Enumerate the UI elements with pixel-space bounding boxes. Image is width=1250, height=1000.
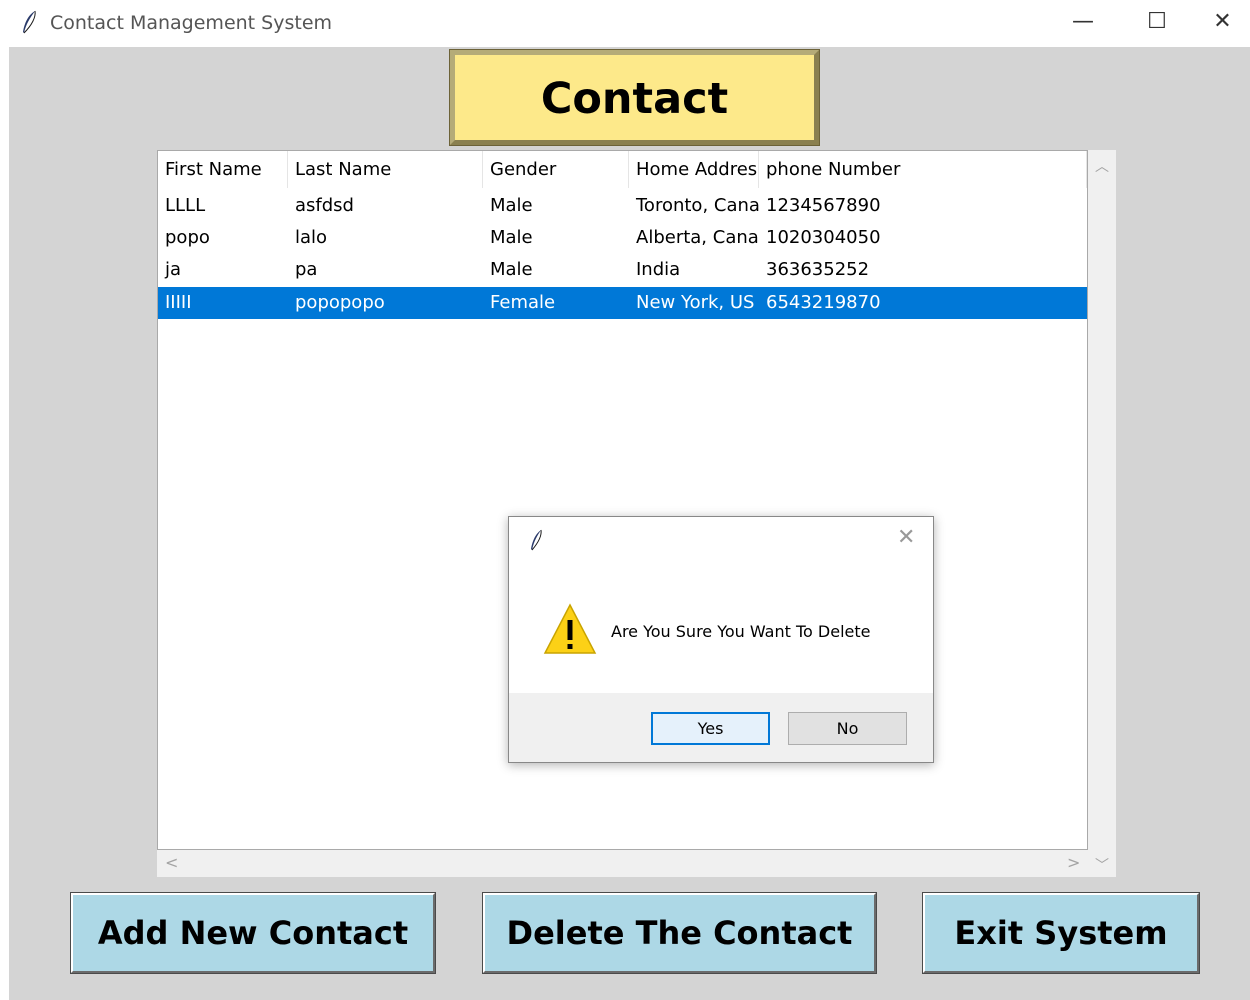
column-header-first-name[interactable]: First Name bbox=[158, 151, 288, 188]
cell-home-address: New York, US bbox=[636, 292, 755, 313]
cell-first-name: ja bbox=[165, 259, 182, 280]
feather-icon bbox=[531, 529, 542, 551]
table-header: First Name Last Name Gender Home Addres … bbox=[158, 151, 1087, 188]
delete-contact-button[interactable]: Delete The Contact bbox=[482, 892, 877, 974]
cell-first-name: IIIII bbox=[165, 292, 192, 313]
cell-phone-number: 363635252 bbox=[766, 259, 870, 280]
cell-gender: Male bbox=[490, 259, 533, 280]
scroll-up-icon[interactable]: ︿ bbox=[1095, 156, 1109, 176]
feather-icon bbox=[23, 10, 36, 34]
page-title: Contact System bbox=[540, 74, 729, 212]
cell-last-name: asfdsd bbox=[295, 195, 354, 216]
cell-first-name: popo bbox=[165, 227, 210, 248]
warning-icon bbox=[543, 603, 597, 654]
add-contact-button[interactable]: Add New Contact bbox=[70, 892, 436, 974]
cell-home-address: Alberta, Cana bbox=[636, 227, 759, 248]
heading-box: Contact System bbox=[449, 49, 820, 212]
scroll-right-icon[interactable]: > bbox=[1067, 853, 1080, 872]
cell-last-name: popopopo bbox=[295, 292, 385, 313]
exit-system-button[interactable]: Exit System bbox=[922, 892, 1200, 974]
dialog-footer: Yes No bbox=[509, 693, 933, 762]
no-button[interactable]: No bbox=[788, 712, 907, 745]
scroll-down-icon[interactable]: ﹀ bbox=[1095, 855, 1109, 875]
cell-last-name: pa bbox=[295, 259, 318, 280]
minimize-button[interactable]: — bbox=[1047, 0, 1119, 46]
maximize-button[interactable]: ☐ bbox=[1121, 0, 1193, 46]
horizontal-scrollbar[interactable]: < > bbox=[157, 850, 1088, 877]
table-row-selected[interactable]: IIIII popopopo Female New York, US 65432… bbox=[158, 287, 1087, 319]
yes-button[interactable]: Yes bbox=[651, 712, 770, 745]
dialog-close-icon[interactable]: ✕ bbox=[897, 525, 915, 550]
cell-phone-number: 1234567890 bbox=[766, 195, 881, 216]
vertical-scrollbar[interactable]: ︿ ﹀ bbox=[1088, 150, 1116, 877]
table-row[interactable]: LLLL asfdsd Male Toronto, Cana 123456789… bbox=[158, 190, 1087, 222]
cell-gender: Male bbox=[490, 227, 533, 248]
column-header-last-name[interactable]: Last Name bbox=[288, 151, 483, 188]
cell-phone-number: 1020304050 bbox=[766, 227, 881, 248]
delete-confirm-dialog: ✕ Are You Sure You Want To Delete Yes No bbox=[508, 516, 934, 763]
cell-home-address: Toronto, Cana bbox=[636, 195, 759, 216]
cell-first-name: LLLL bbox=[165, 195, 206, 216]
cell-phone-number: 6543219870 bbox=[766, 292, 881, 313]
column-header-gender[interactable]: Gender bbox=[483, 151, 629, 188]
table-row[interactable]: popo lalo Male Alberta, Cana 1020304050 bbox=[158, 222, 1087, 254]
column-header-home-address[interactable]: Home Addres bbox=[629, 151, 759, 188]
window-title: Contact Management System bbox=[50, 12, 333, 34]
table-row[interactable]: ja pa Male India 363635252 bbox=[158, 254, 1087, 286]
close-button[interactable]: ✕ bbox=[1195, 0, 1250, 46]
cell-gender: Male bbox=[490, 195, 533, 216]
title-bar: Contact Management System — ☐ ✕ bbox=[0, 0, 1250, 47]
cell-gender: Female bbox=[490, 292, 556, 313]
cell-last-name: lalo bbox=[295, 227, 328, 248]
dialog-message: Are You Sure You Want To Delete bbox=[611, 622, 871, 641]
column-header-phone-number[interactable]: phone Number bbox=[759, 151, 1087, 188]
cell-home-address: India bbox=[636, 259, 681, 280]
scroll-left-icon[interactable]: < bbox=[165, 853, 178, 872]
